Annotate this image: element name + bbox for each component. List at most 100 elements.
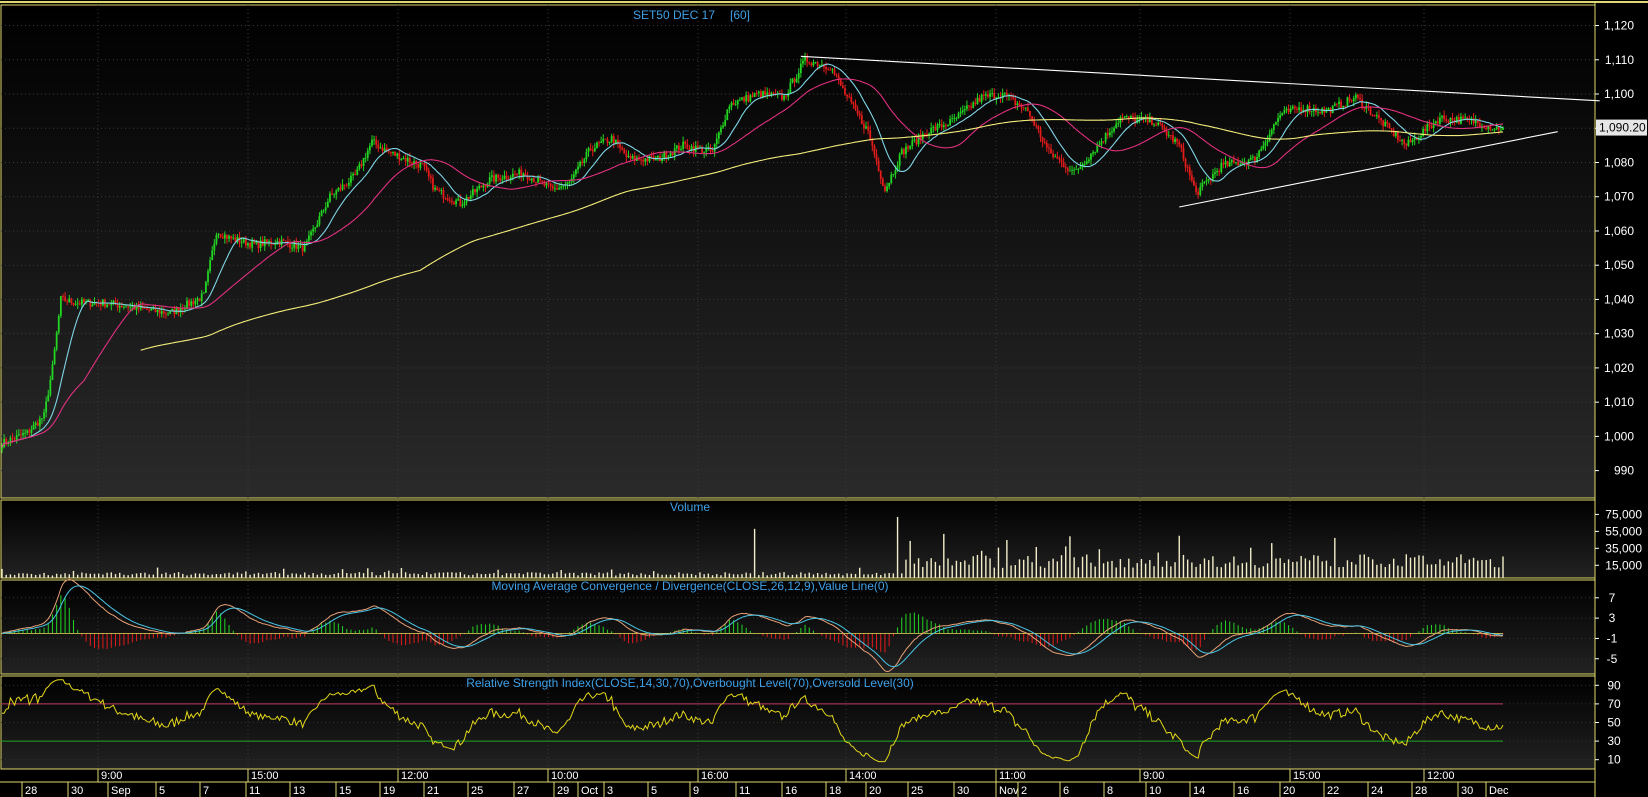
- candle-body: [989, 93, 991, 97]
- volume-bar: [501, 575, 504, 578]
- candle-body: [472, 189, 474, 196]
- candle-body: [648, 155, 651, 162]
- candle-body: [797, 73, 800, 79]
- volume-bar: [451, 572, 453, 578]
- candle-body: [909, 146, 912, 149]
- volume-bar: [951, 565, 953, 578]
- volume-bar: [1350, 561, 1353, 578]
- volume-bar: [943, 533, 945, 578]
- candle-body: [64, 296, 66, 302]
- candle-body: [669, 153, 672, 157]
- candle-body: [1172, 135, 1174, 142]
- volume-bar: [1161, 566, 1164, 578]
- macd-ytick-label: -1: [1607, 631, 1618, 645]
- candle-body: [467, 196, 470, 199]
- candle-body: [839, 80, 842, 86]
- candle-body: [1361, 99, 1364, 108]
- x-date-label: 2: [1021, 785, 1027, 797]
- candle-body: [150, 309, 153, 311]
- volume-bar: [1149, 560, 1151, 578]
- volume-bar: [119, 572, 121, 578]
- volume-bar: [821, 574, 823, 578]
- volume-bar: [997, 547, 1000, 578]
- candle-body: [368, 145, 371, 151]
- candle-body: [62, 296, 64, 297]
- candle-body: [625, 153, 628, 157]
- candle-body: [532, 178, 535, 183]
- candle-body: [907, 146, 909, 149]
- candle-body: [888, 182, 891, 187]
- candle-body: [936, 124, 939, 131]
- candle-body: [530, 178, 533, 181]
- candle-body: [57, 315, 60, 333]
- candle-body: [476, 188, 479, 193]
- volume-bar: [1165, 560, 1168, 578]
- price-ytick-label: 990: [1614, 464, 1634, 478]
- candle-body: [1249, 157, 1252, 160]
- x-date-label: 28: [1415, 785, 1427, 797]
- volume-bar: [1229, 562, 1231, 578]
- candle-body: [934, 127, 937, 131]
- candle-body: [1222, 162, 1225, 165]
- volume-bar: [497, 569, 499, 578]
- volume-bar: [892, 573, 895, 578]
- volume-bar: [884, 573, 886, 578]
- candle-body: [1283, 109, 1286, 113]
- candle-body: [1193, 180, 1195, 186]
- volume-bar: [623, 574, 625, 578]
- candle-body: [726, 109, 729, 121]
- volume-bar: [215, 574, 218, 578]
- candle-body: [1388, 123, 1391, 129]
- candle-body: [795, 78, 798, 83]
- candle-body: [1016, 103, 1019, 105]
- volume-bar: [1342, 566, 1344, 578]
- price-ytick-label: 1,070: [1604, 190, 1634, 204]
- candle-body: [232, 237, 235, 239]
- volume-bar: [228, 572, 230, 578]
- candle-body: [72, 302, 75, 305]
- volume-bar: [1317, 555, 1319, 578]
- candle-body: [852, 102, 855, 104]
- candle-body: [1308, 105, 1311, 113]
- price-ytick-label: 1,020: [1604, 361, 1634, 375]
- last-value-label: 1,090.20: [1599, 121, 1646, 135]
- candle-body: [1430, 126, 1433, 128]
- candle-body: [427, 170, 430, 177]
- candle-body: [589, 148, 592, 150]
- rsi-ytick-label: 30: [1607, 734, 1621, 748]
- candle-body: [83, 299, 85, 303]
- candle-body: [1075, 169, 1078, 170]
- candle-body: [74, 304, 77, 305]
- candle-body: [1064, 166, 1067, 169]
- volume-bar: [417, 573, 419, 578]
- candle-body: [575, 169, 577, 175]
- candle-body: [1378, 115, 1380, 118]
- candle-body: [274, 244, 277, 245]
- price-ytick-label: 1,110: [1605, 53, 1634, 67]
- candle-body: [514, 173, 516, 175]
- candle-body: [1338, 101, 1340, 105]
- candle-body: [1499, 129, 1502, 131]
- candle-body: [442, 190, 445, 199]
- volume-bar: [930, 558, 932, 578]
- volume-bar: [295, 573, 298, 578]
- candle-body: [68, 298, 71, 303]
- candle-body: [711, 151, 714, 153]
- rsi-panel-title: Relative Strength Index(CLOSE,14,30,70),…: [466, 676, 914, 690]
- volume-bar: [1355, 564, 1357, 578]
- volume-bar: [110, 572, 113, 578]
- candle-body: [1445, 118, 1448, 121]
- price-ytick-label: 1,000: [1604, 429, 1634, 443]
- candle-body: [398, 153, 401, 161]
- volume-bar: [1287, 559, 1290, 578]
- volume-bar: [463, 574, 466, 578]
- volume-bar: [934, 561, 937, 578]
- candle-body: [1371, 114, 1374, 116]
- volume-bar: [346, 572, 348, 578]
- candle-body: [268, 241, 270, 243]
- candle-body: [123, 306, 125, 308]
- candle-body: [402, 157, 405, 160]
- volume-bar: [678, 572, 680, 578]
- candle-body: [591, 149, 594, 152]
- volume-bar: [47, 575, 49, 578]
